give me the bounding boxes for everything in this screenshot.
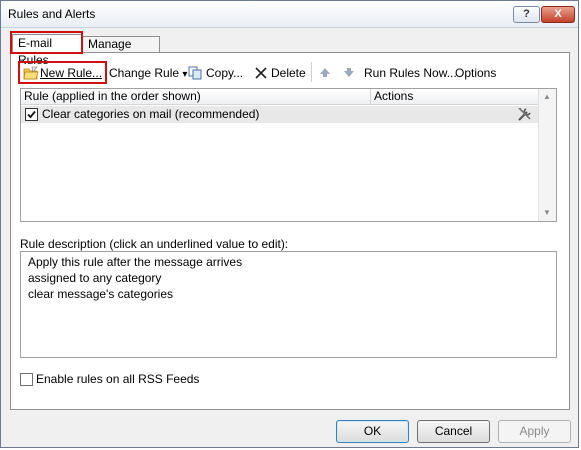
scroll-up-icon[interactable]: ▲	[543, 92, 551, 101]
change-rule-label: Change Rule	[109, 66, 180, 80]
new-rule-button[interactable]: New Rule...	[40, 65, 102, 82]
rule-description-label: Rule description (click an underlined va…	[20, 237, 289, 251]
tab-email-rules[interactable]: E-mail Rules	[12, 34, 82, 67]
description-line: Apply this rule after the message arrive…	[28, 255, 243, 269]
options-label: Options	[455, 66, 497, 80]
options-button[interactable]: Options	[455, 65, 496, 82]
tab-email-rules-label: E-mail Rules	[18, 36, 53, 67]
delete-icon	[255, 67, 267, 84]
delete-button[interactable]: Delete	[271, 65, 306, 82]
rule-description-box[interactable]: Apply this rule after the message arrive…	[20, 251, 557, 358]
apply-label: Apply	[519, 424, 550, 438]
rule-enabled-checkbox[interactable]	[25, 108, 38, 121]
close-button[interactable]: X	[541, 6, 575, 23]
help-button[interactable]: ?	[513, 6, 540, 23]
rss-rules-checkbox[interactable]	[20, 373, 33, 386]
cancel-button[interactable]: Cancel	[417, 420, 490, 443]
ok-label: OK	[363, 424, 382, 438]
rules-list-scrollbar[interactable]: ▲ ▼	[538, 89, 556, 221]
chevron-down-icon: ▾	[182, 69, 188, 80]
run-rules-now-label: Run Rules Now...	[364, 66, 457, 80]
copy-icon	[188, 66, 203, 83]
tools-icon[interactable]	[517, 107, 533, 122]
apply-button[interactable]: Apply	[498, 420, 571, 443]
description-line: clear message's categories	[28, 287, 174, 301]
cancel-label: Cancel	[434, 424, 473, 438]
rss-rules-label: Enable rules on all RSS Feeds	[36, 372, 200, 386]
ok-button[interactable]: OK	[336, 420, 409, 443]
rules-toolbar: New Rule... Change Rule ▾ Copy... Delete	[14, 62, 574, 85]
column-header-rule[interactable]: Rule (applied in the order shown)	[21, 89, 371, 105]
window-title: Rules and Alerts	[8, 7, 96, 21]
rule-name: Clear categories on mail (recommended)	[42, 107, 260, 121]
rule-row[interactable]: Clear categories on mail (recommended)	[21, 106, 539, 123]
title-bar: Rules and Alerts ? X	[1, 1, 578, 28]
column-header-actions[interactable]: Actions	[371, 89, 539, 105]
run-rules-now-button[interactable]: Run Rules Now...	[364, 65, 457, 82]
rules-list[interactable]: Rule (applied in the order shown) Action…	[20, 88, 557, 222]
scroll-down-icon[interactable]: ▼	[543, 208, 551, 217]
move-up-icon[interactable]	[320, 68, 330, 85]
delete-label: Delete	[271, 66, 306, 80]
change-rule-button[interactable]: Change Rule ▾	[109, 65, 187, 82]
copy-label: Copy...	[206, 66, 244, 80]
copy-button[interactable]: Copy...	[206, 65, 243, 82]
tab-manage-alerts[interactable]: Manage Alerts	[82, 36, 160, 66]
description-line: assigned to any category	[28, 271, 162, 285]
toolbar-separator	[311, 62, 312, 82]
checkmark-icon	[27, 110, 36, 119]
help-icon: ?	[523, 8, 530, 20]
new-rule-label: New Rule...	[40, 66, 103, 80]
close-icon: X	[554, 8, 562, 20]
column-header-rule-label: Rule (applied in the order shown)	[24, 89, 201, 103]
column-header-actions-label: Actions	[374, 89, 414, 103]
move-down-icon[interactable]	[344, 68, 354, 85]
rules-and-alerts-dialog: Rules and Alerts ? X E-mail Rules Manage…	[0, 0, 579, 448]
